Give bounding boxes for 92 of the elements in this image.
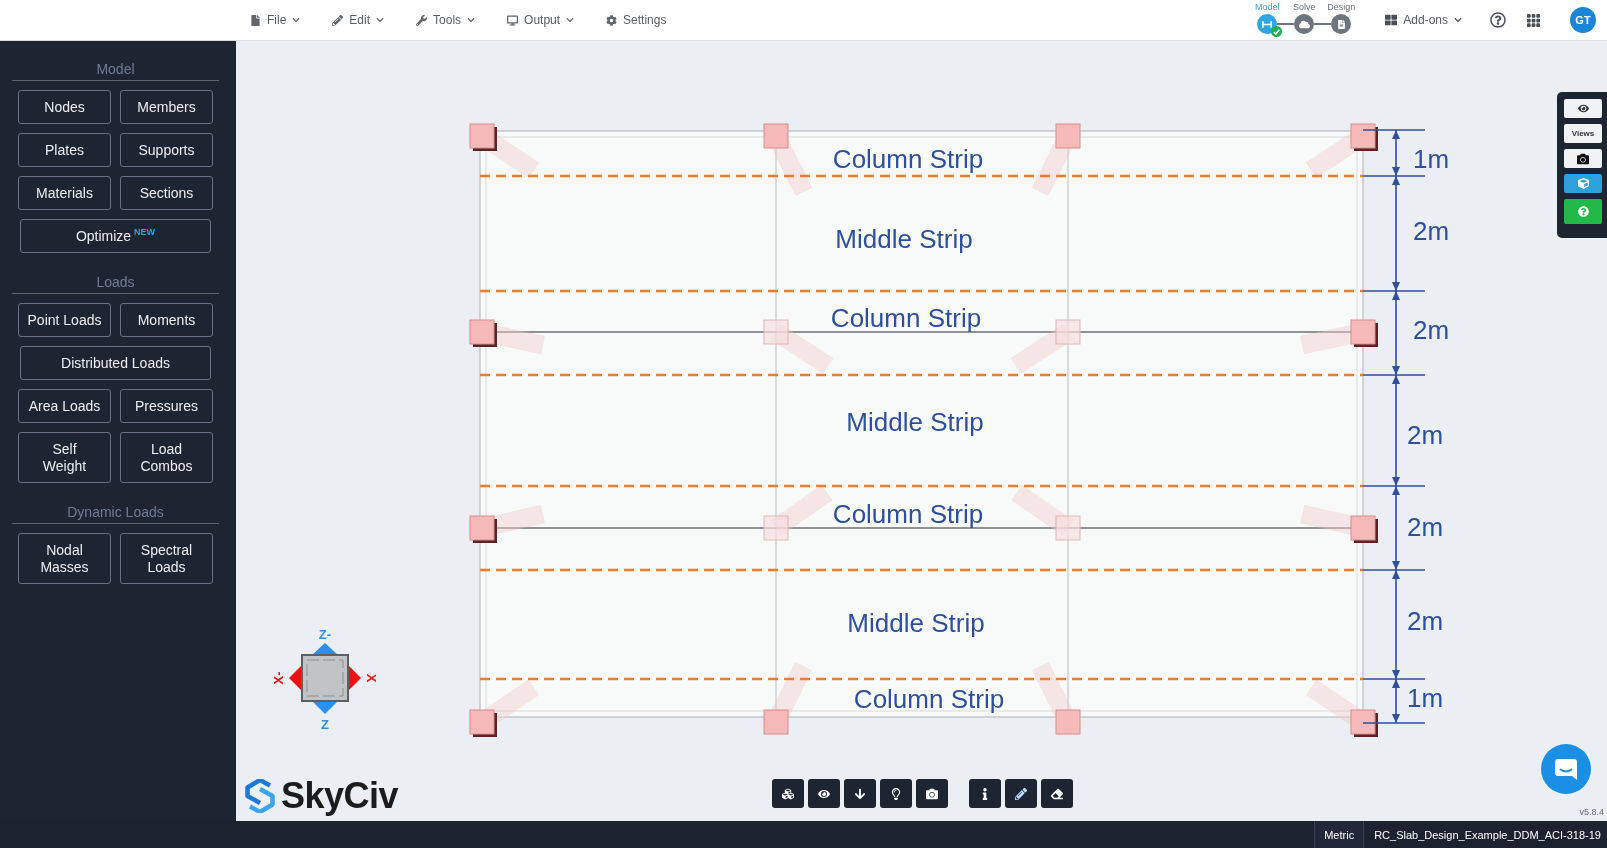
view-cube-icon[interactable] bbox=[289, 643, 361, 714]
wrench-icon bbox=[416, 14, 428, 26]
sidebar-button[interactable]: Plates bbox=[18, 133, 111, 167]
panel-button[interactable] bbox=[1564, 99, 1602, 118]
sidebar-button[interactable]: Self Weight bbox=[18, 432, 111, 483]
help-icon[interactable] bbox=[1490, 12, 1506, 28]
toolbar-button[interactable] bbox=[1041, 779, 1073, 808]
workflow-step-button[interactable] bbox=[1331, 14, 1352, 34]
cubes-icon bbox=[782, 787, 794, 800]
sidebar-button[interactable]: Moments bbox=[120, 303, 213, 337]
version-label: v5.8.4 bbox=[1579, 807, 1604, 817]
units-label[interactable]: Metric bbox=[1314, 821, 1365, 848]
sidebar-button[interactable]: Supports bbox=[120, 133, 213, 167]
sidebar-button[interactable]: Sections bbox=[120, 176, 213, 210]
logo-icon bbox=[245, 779, 275, 813]
dimension-label: 1m bbox=[1413, 144, 1450, 174]
axis-label: X bbox=[363, 673, 378, 683]
section-title: Loads bbox=[96, 273, 135, 292]
chevron-down-icon bbox=[1454, 16, 1462, 24]
new-label: NEW bbox=[134, 226, 156, 237]
toolbar-button[interactable] bbox=[772, 779, 804, 808]
chat-button[interactable] bbox=[1541, 744, 1591, 794]
strip-label: Column Strip bbox=[832, 144, 984, 174]
gear-icon bbox=[606, 14, 618, 26]
cloud-icon bbox=[1298, 18, 1310, 30]
panel-button[interactable]: Views bbox=[1564, 124, 1602, 143]
workflow-step-label: Design bbox=[1327, 2, 1356, 13]
axis-label: Z- bbox=[318, 626, 332, 642]
dimension-label: 2m bbox=[1407, 420, 1444, 450]
addons-menu[interactable]: Add-ons bbox=[1385, 13, 1462, 27]
dimension-label: 1m bbox=[1407, 683, 1444, 713]
apps-grid-icon[interactable] bbox=[1526, 12, 1541, 28]
beam-icon bbox=[1262, 20, 1273, 28]
pencil-icon bbox=[332, 14, 344, 26]
toolbar-button[interactable] bbox=[844, 779, 876, 808]
sidebar-button[interactable]: Point Loads bbox=[18, 303, 111, 337]
monitor-icon bbox=[507, 14, 519, 26]
user-avatar[interactable]: GT bbox=[1570, 7, 1596, 33]
file-name: RC_Slab_Design_Example_DDM_ACI-318-19 bbox=[1373, 827, 1602, 843]
toolbar-button[interactable] bbox=[880, 779, 912, 808]
dimension-label: 2m bbox=[1413, 216, 1450, 246]
section-title: Model bbox=[96, 60, 135, 79]
four-squares-icon bbox=[1385, 14, 1398, 26]
menu-item[interactable]: Tools bbox=[413, 9, 479, 31]
dimension-label: 2m bbox=[1407, 606, 1444, 636]
sidebar-button[interactable]: Pressures bbox=[120, 389, 213, 423]
menu-item[interactable]: File bbox=[247, 9, 304, 31]
camera-icon bbox=[926, 787, 938, 800]
brand-name: SkyCiv bbox=[281, 776, 399, 816]
help-icon bbox=[1577, 206, 1589, 217]
sidebar-button[interactable]: Members bbox=[120, 90, 213, 124]
toolbar-button[interactable] bbox=[1005, 779, 1037, 808]
sidebar-button[interactable]: Optimize $^{NEW}$ bbox=[20, 219, 211, 253]
chat-bubble-icon bbox=[1554, 757, 1578, 781]
section-title: Dynamic Loads bbox=[67, 503, 164, 522]
dimension-label: 2m bbox=[1413, 315, 1450, 345]
dimension-label: 2m bbox=[1407, 512, 1444, 542]
eye-icon bbox=[1577, 103, 1589, 114]
workflow-step-label: Model bbox=[1255, 2, 1280, 13]
toolbar-button[interactable] bbox=[969, 779, 1001, 808]
file-icon bbox=[250, 14, 261, 26]
strip-label: Column Strip bbox=[830, 303, 982, 333]
strip-label: Middle Strip bbox=[847, 608, 985, 638]
pencil-icon bbox=[1015, 787, 1027, 800]
strip-label: Middle Strip bbox=[835, 224, 973, 254]
menu-item[interactable]: Settings bbox=[603, 9, 670, 31]
panel-button[interactable] bbox=[1564, 149, 1602, 168]
sidebar-button[interactable]: Materials bbox=[18, 176, 111, 210]
sidebar-button[interactable]: Load Combos bbox=[120, 432, 213, 483]
arrow-down-icon bbox=[854, 787, 866, 800]
menu-item[interactable]: Edit bbox=[329, 9, 388, 31]
cube-icon bbox=[1577, 178, 1589, 189]
axis-label: Z bbox=[321, 716, 329, 732]
eraser-icon bbox=[1051, 787, 1063, 800]
strip-label: Middle Strip bbox=[846, 407, 984, 437]
workflow-step-button[interactable] bbox=[1294, 14, 1315, 34]
toolbar-button[interactable] bbox=[916, 779, 948, 808]
lightbulb-icon bbox=[890, 787, 902, 800]
sidebar-button[interactable]: Area Loads bbox=[18, 389, 111, 423]
camera-icon bbox=[1577, 152, 1589, 165]
strip-label: Column Strip bbox=[832, 499, 984, 529]
sidebar-button[interactable]: Nodal Masses bbox=[18, 533, 111, 584]
eye-icon bbox=[818, 787, 830, 800]
toolbar-button[interactable] bbox=[808, 779, 840, 808]
menu-item[interactable]: Output bbox=[504, 9, 578, 31]
sidebar-button[interactable]: Nodes bbox=[18, 90, 111, 124]
document-icon bbox=[1336, 19, 1346, 29]
sidebar-button[interactable]: Distributed Loads bbox=[20, 346, 211, 380]
sidebar-button[interactable]: Spectral Loads bbox=[120, 533, 213, 584]
axis-label: X- bbox=[270, 671, 286, 685]
strip-label: Column Strip bbox=[853, 684, 1005, 714]
workflow-step-label: Solve bbox=[1293, 2, 1316, 13]
